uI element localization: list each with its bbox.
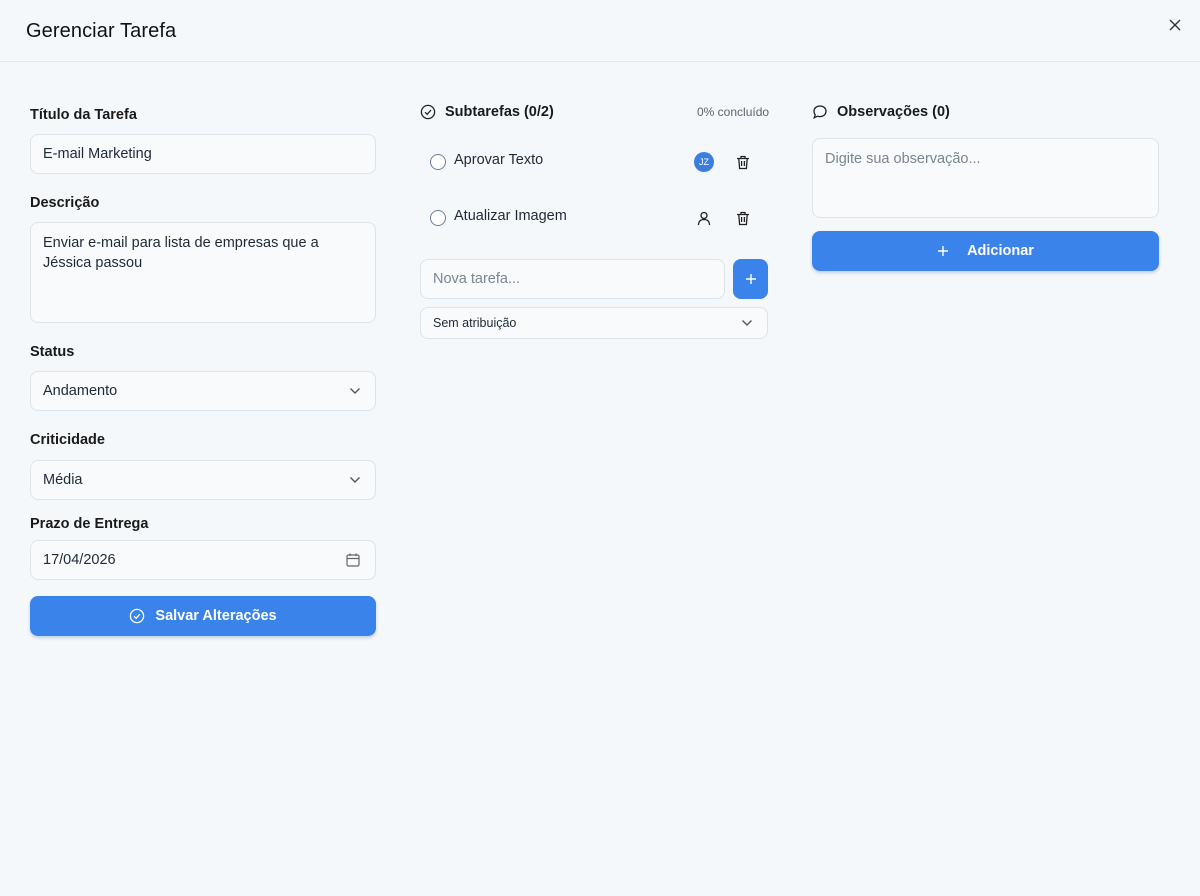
status-label: Status bbox=[30, 344, 75, 360]
plus-icon bbox=[938, 246, 949, 256]
modal-header: Gerenciar Tarefa bbox=[0, 0, 1200, 62]
add-note-button[interactable]: Adicionar bbox=[812, 231, 1159, 271]
criticality-select[interactable]: Média bbox=[30, 460, 376, 500]
new-subtask-placeholder: Nova tarefa... bbox=[433, 271, 521, 287]
task-modal: Gerenciar Tarefa Título da Tarefa E-mail… bbox=[0, 0, 1200, 896]
assignee-avatar[interactable]: JZ bbox=[694, 152, 714, 172]
title-input-value: E-mail Marketing bbox=[43, 146, 152, 162]
description-value: Enviar e-mail para lista de empresas que… bbox=[43, 235, 319, 271]
notes-heading: Observações (0) bbox=[812, 104, 950, 120]
subtask-checkbox[interactable] bbox=[430, 210, 446, 226]
assignee-select[interactable]: Sem atribuição bbox=[420, 307, 768, 339]
new-subtask-input[interactable]: Nova tarefa... bbox=[420, 259, 725, 299]
deadline-value: 17/04/2026 bbox=[43, 552, 116, 568]
assignee-value: Sem atribuição bbox=[433, 316, 517, 330]
notes-heading-text: Observações (0) bbox=[837, 104, 950, 120]
note-textarea[interactable]: Digite sua observação... bbox=[812, 138, 1159, 218]
modal-title: Gerenciar Tarefa bbox=[26, 20, 177, 42]
delete-subtask-button[interactable] bbox=[733, 208, 753, 228]
deadline-input[interactable]: 17/04/2026 bbox=[30, 540, 376, 580]
title-label: Título da Tarefa bbox=[30, 107, 137, 123]
assign-user-button[interactable] bbox=[694, 208, 714, 228]
description-textarea[interactable]: Enviar e-mail para lista de empresas que… bbox=[30, 222, 376, 323]
trash-icon bbox=[737, 211, 749, 225]
subtask-row: Atualizar Imagem bbox=[420, 197, 768, 237]
chevron-down-icon bbox=[349, 476, 361, 484]
delete-subtask-button[interactable] bbox=[733, 152, 753, 172]
subtasks-heading: Subtarefas (0/2) bbox=[420, 104, 554, 120]
deadline-label: Prazo de Entrega bbox=[30, 516, 149, 532]
criticality-value: Média bbox=[43, 472, 83, 488]
subtask-label: Aprovar Texto bbox=[454, 152, 544, 168]
chevron-down-icon bbox=[349, 387, 361, 395]
user-icon bbox=[697, 211, 711, 225]
subtask-row: Aprovar Texto JZ bbox=[420, 141, 768, 181]
add-subtask-button[interactable] bbox=[733, 259, 768, 299]
add-note-label: Adicionar bbox=[967, 243, 1034, 259]
close-button[interactable] bbox=[1164, 14, 1186, 36]
title-input[interactable]: E-mail Marketing bbox=[30, 134, 376, 174]
subtask-checkbox[interactable] bbox=[430, 154, 446, 170]
check-circle-icon bbox=[420, 104, 436, 120]
description-label: Descrição bbox=[30, 195, 100, 211]
comment-icon bbox=[813, 105, 827, 120]
close-icon bbox=[1169, 19, 1181, 31]
trash-icon bbox=[737, 155, 749, 169]
calendar-icon[interactable] bbox=[345, 552, 361, 568]
note-placeholder: Digite sua observação... bbox=[825, 151, 981, 167]
subtask-label: Atualizar Imagem bbox=[454, 208, 567, 224]
status-select[interactable]: Andamento bbox=[30, 371, 376, 411]
check-circle-icon bbox=[130, 608, 145, 624]
subtasks-progress: 0% concluído bbox=[697, 105, 770, 119]
save-button[interactable]: Salvar Alterações bbox=[30, 596, 376, 636]
chevron-down-icon bbox=[741, 319, 753, 327]
status-value: Andamento bbox=[43, 383, 118, 399]
save-button-label: Salvar Alterações bbox=[155, 608, 277, 624]
plus-icon bbox=[745, 274, 756, 284]
subtasks-heading-text: Subtarefas (0/2) bbox=[445, 104, 554, 120]
criticality-label: Criticidade bbox=[30, 432, 105, 448]
